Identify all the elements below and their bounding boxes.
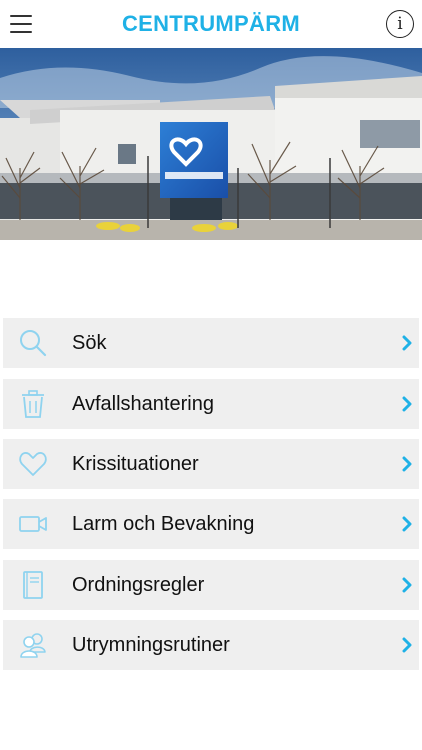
menu-item-label: Utrymningsrutiner xyxy=(72,633,230,656)
chevron-right-icon xyxy=(401,637,413,653)
menu-item-sok[interactable]: Sök xyxy=(3,318,419,368)
chevron-right-icon xyxy=(401,516,413,532)
people-icon xyxy=(17,630,49,660)
menu-item-label: Krissituationer xyxy=(72,452,199,475)
menu-item-utrymningsrutiner[interactable]: Utrymningsrutiner xyxy=(3,620,419,670)
chevron-right-icon xyxy=(401,335,413,351)
info-glyph: i xyxy=(397,14,403,34)
menu-item-avfallshantering[interactable]: Avfallshantering xyxy=(3,379,419,429)
chevron-right-icon xyxy=(401,456,413,472)
trash-icon xyxy=(17,389,49,419)
info-icon[interactable]: i xyxy=(386,10,414,38)
menu-item-ordningsregler[interactable]: Ordningsregler xyxy=(3,560,419,610)
menu-item-label: Sök xyxy=(72,331,107,354)
menu-item-label: Ordningsregler xyxy=(72,573,205,596)
hero-image xyxy=(0,48,422,240)
chevron-right-icon xyxy=(401,396,413,412)
video-camera-icon xyxy=(17,509,49,539)
chevron-right-icon xyxy=(401,577,413,593)
search-icon xyxy=(17,328,49,358)
app-header: CENTRUMPÄRM i xyxy=(0,0,422,48)
menu-icon[interactable] xyxy=(10,15,32,33)
menu-item-larm-och-bevakning[interactable]: Larm och Bevakning xyxy=(3,499,419,549)
menu-item-krissituationer[interactable]: Krissituationer xyxy=(3,439,419,489)
heart-icon xyxy=(17,449,49,479)
app-title: CENTRUMPÄRM xyxy=(121,11,301,36)
book-icon xyxy=(17,570,49,600)
menu-item-label: Larm och Bevakning xyxy=(72,512,255,535)
menu-item-label: Avfallshantering xyxy=(72,392,214,415)
